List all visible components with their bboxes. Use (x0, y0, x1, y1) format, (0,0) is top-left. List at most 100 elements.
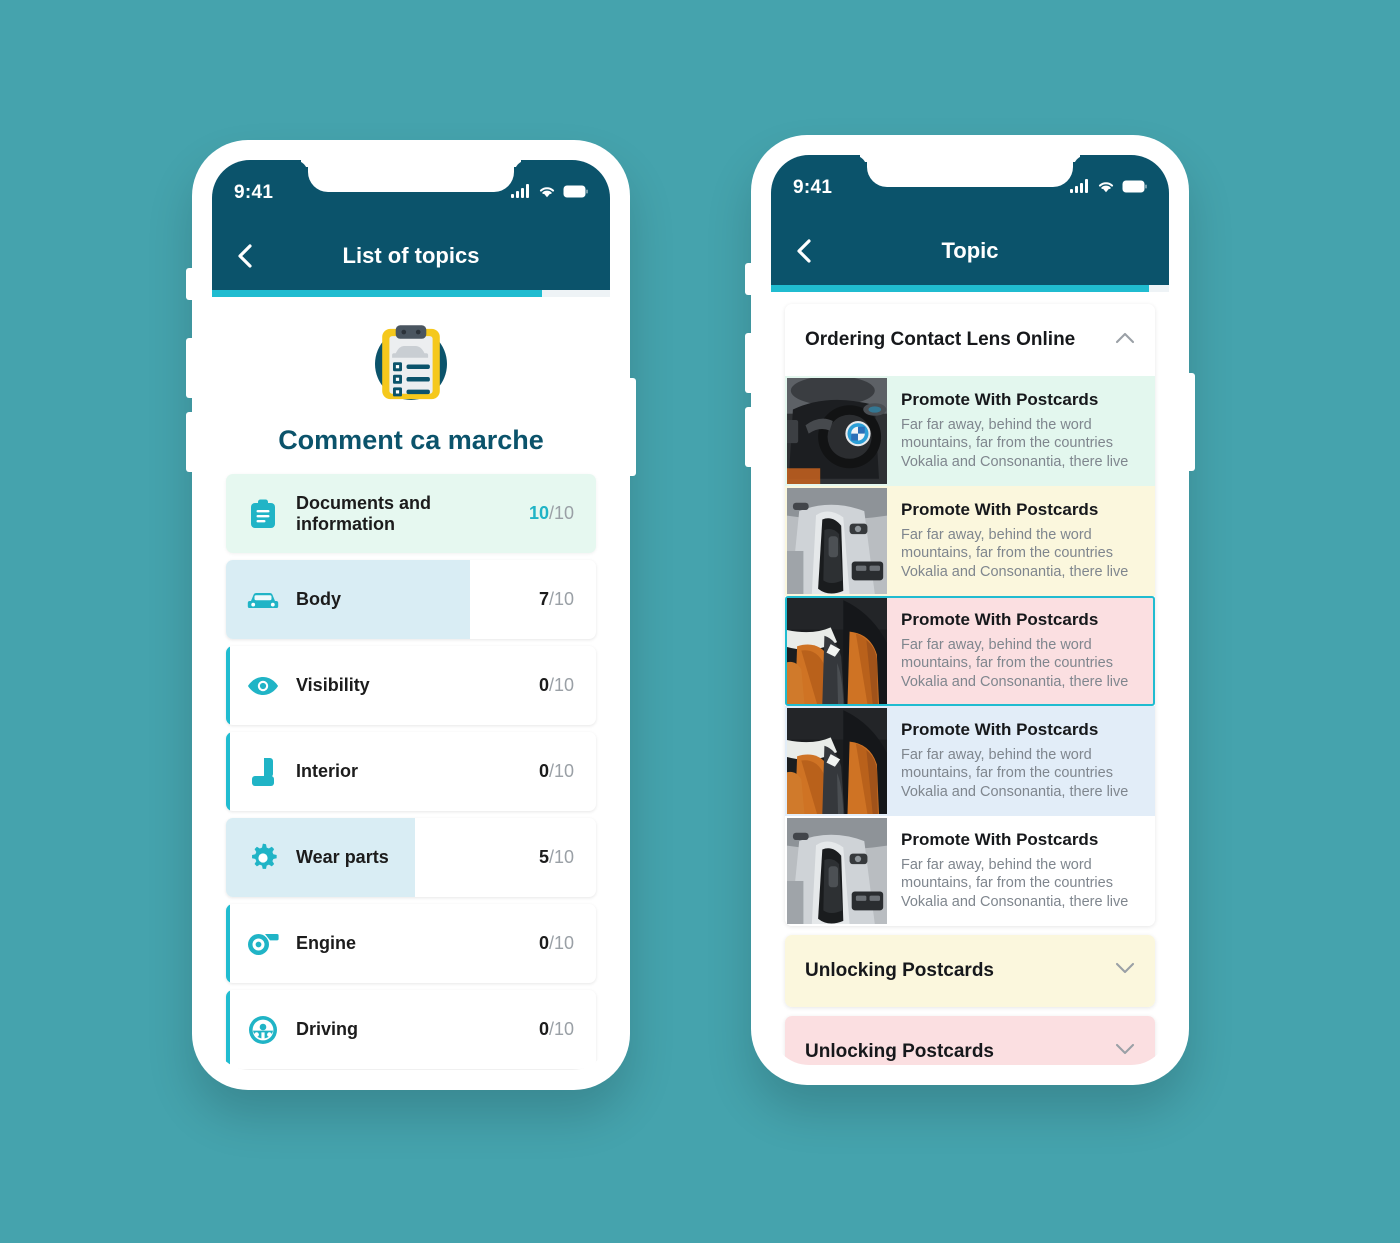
silencer-switch[interactable] (186, 268, 194, 300)
topic-left-accent (226, 904, 230, 983)
topic-card[interactable]: Promote With Postcards Far far away, behi… (785, 706, 1155, 816)
topic-row[interactable]: Documents and information 10/10 (226, 474, 596, 553)
topic-card-description: Far far away, behind the word mountains,… (901, 747, 1129, 800)
car-orange-seats-photo (785, 598, 890, 704)
chevron-down-icon[interactable] (1115, 962, 1135, 980)
topic-card-description: Far far away, behind the word mountains,… (901, 637, 1129, 690)
volume-down-button[interactable] (186, 412, 194, 472)
topic-card-title: Promote With Postcards (901, 830, 1099, 849)
accordion-header[interactable]: Unlocking Postcards (785, 935, 1155, 1007)
topic-row[interactable]: Interior 0/10 (226, 732, 596, 811)
device-notch (867, 155, 1073, 187)
volume-up-button[interactable] (186, 338, 194, 398)
chevron-down-icon[interactable] (1115, 1043, 1135, 1061)
chevron-left-icon (238, 244, 252, 268)
topic-score-total: /10 (548, 675, 574, 695)
status-clock: 9:41 (234, 182, 274, 203)
topic-label: Visibility (296, 675, 370, 695)
topic-label: Interior (296, 761, 359, 781)
car-icon (246, 588, 280, 612)
car-orange-seats-photo (785, 708, 890, 814)
device-notch (308, 160, 514, 192)
battery-full-icon (1122, 180, 1147, 192)
status-clock: 9:41 (793, 177, 833, 198)
accordion-title: Unlocking Postcards (805, 1041, 994, 1062)
power-button[interactable] (1187, 373, 1195, 471)
gear-icon (246, 843, 280, 873)
topic-score-value: 5 (538, 847, 549, 867)
topic-score-value: 0 (538, 761, 549, 781)
car-steering-wheel-photo (785, 375, 890, 484)
topic-label: Body (296, 589, 341, 609)
page-title-left: List of topics (342, 243, 480, 268)
accordion-title: Unlocking Postcards (805, 960, 994, 981)
clipboard-icon (246, 499, 280, 529)
accordion-list: Ordering Contact Lens Online Promote With… (771, 292, 1169, 1065)
topic-row[interactable]: Wear parts 5/10 (226, 818, 596, 897)
accordion-header[interactable]: Ordering Contact Lens Online (785, 304, 1155, 376)
topic-left-accent (226, 732, 230, 811)
page-title-right: Topic (941, 238, 999, 263)
car-gear-shifter-photo (785, 488, 890, 594)
car-seat-icon (246, 757, 280, 787)
topic-card[interactable]: Promote With Postcards Far far away, behi… (785, 596, 1155, 706)
topic-label: Documents and information (296, 492, 432, 534)
progress-fill-left (212, 290, 543, 297)
accordion-title: Ordering Contact Lens Online (805, 329, 1076, 350)
topic-left-accent (226, 646, 230, 725)
progress-track-left (212, 290, 610, 297)
wifi-icon (1098, 182, 1114, 193)
accordion-header[interactable]: Unlocking Postcards (785, 1016, 1155, 1065)
topic-card-title: Promote With Postcards (901, 720, 1099, 739)
wifi-icon (539, 187, 555, 198)
topic-label: Driving (296, 1019, 359, 1039)
topic-card-title: Promote With Postcards (901, 610, 1099, 629)
hero-title: Comment ca marche (278, 425, 544, 455)
topic-score-total: /10 (548, 589, 574, 609)
back-button-left[interactable] (232, 243, 258, 269)
topic-card[interactable]: Promote With Postcards Far far away, behi… (785, 375, 1155, 486)
cellular-bars-icon (511, 184, 529, 198)
topic-card[interactable]: Promote With Postcards Far far away, behi… (785, 486, 1155, 596)
topic-card-body: Promote With Postcards Far far away, behi… (887, 708, 1153, 814)
back-button-right[interactable] (791, 238, 817, 264)
cellular-bars-icon (1070, 179, 1088, 193)
screen-left: 9:41 List of topics Comment ca marche Do… (212, 160, 610, 1070)
volume-up-button[interactable] (745, 333, 753, 393)
status-bar-left: 9:41 (212, 160, 610, 222)
topic-score-value: 0 (538, 933, 549, 953)
topic-row[interactable]: Driving 0/10 (226, 990, 596, 1069)
topic-card-description: Far far away, behind the word mountains,… (901, 857, 1129, 910)
accordion-section: Unlocking Postcards (785, 935, 1155, 1007)
chevron-up-icon[interactable] (1115, 331, 1135, 349)
topic-card[interactable]: Promote With Postcards Far far away, behi… (785, 816, 1155, 926)
topic-row[interactable]: Visibility 0/10 (226, 646, 596, 725)
topic-score-value: 0 (538, 1019, 549, 1039)
top-bar-right: 9:41 Topic (771, 155, 1169, 285)
nav-bar-right: Topic (771, 217, 1169, 285)
topic-row[interactable]: Body 7/10 (226, 560, 596, 639)
topic-card-title: Promote With Postcards (901, 500, 1099, 519)
volume-down-button[interactable] (745, 407, 753, 467)
topics-list: Documents and information 10/10 Body 7/10 Vi… (212, 462, 610, 1069)
topic-score-value: 7 (538, 589, 549, 609)
topic-score: 0/10 (539, 761, 574, 782)
status-icons (511, 184, 588, 198)
content-left: Comment ca marche Documents and informat… (212, 297, 610, 1070)
topic-score: 5/10 (539, 847, 574, 868)
battery-full-icon (563, 185, 588, 197)
car-gear-shifter-photo (785, 818, 890, 924)
topic-score: 0/10 (539, 675, 574, 696)
silencer-switch[interactable] (745, 263, 753, 295)
topic-row[interactable]: Engine 0/10 (226, 904, 596, 983)
turbocharger-icon (246, 932, 280, 956)
topic-left-accent (226, 990, 230, 1069)
progress-fill-right (771, 285, 1150, 292)
power-button[interactable] (628, 378, 636, 476)
topic-score-total: /10 (548, 761, 574, 781)
topic-score: 7/10 (539, 589, 574, 610)
screen-right: 9:41 Topic Ordering Contact Lens Online … (771, 155, 1169, 1065)
topic-score-value: 10 (528, 503, 549, 523)
topic-score: 0/10 (539, 933, 574, 954)
hero-section: Comment ca marche (212, 297, 610, 462)
